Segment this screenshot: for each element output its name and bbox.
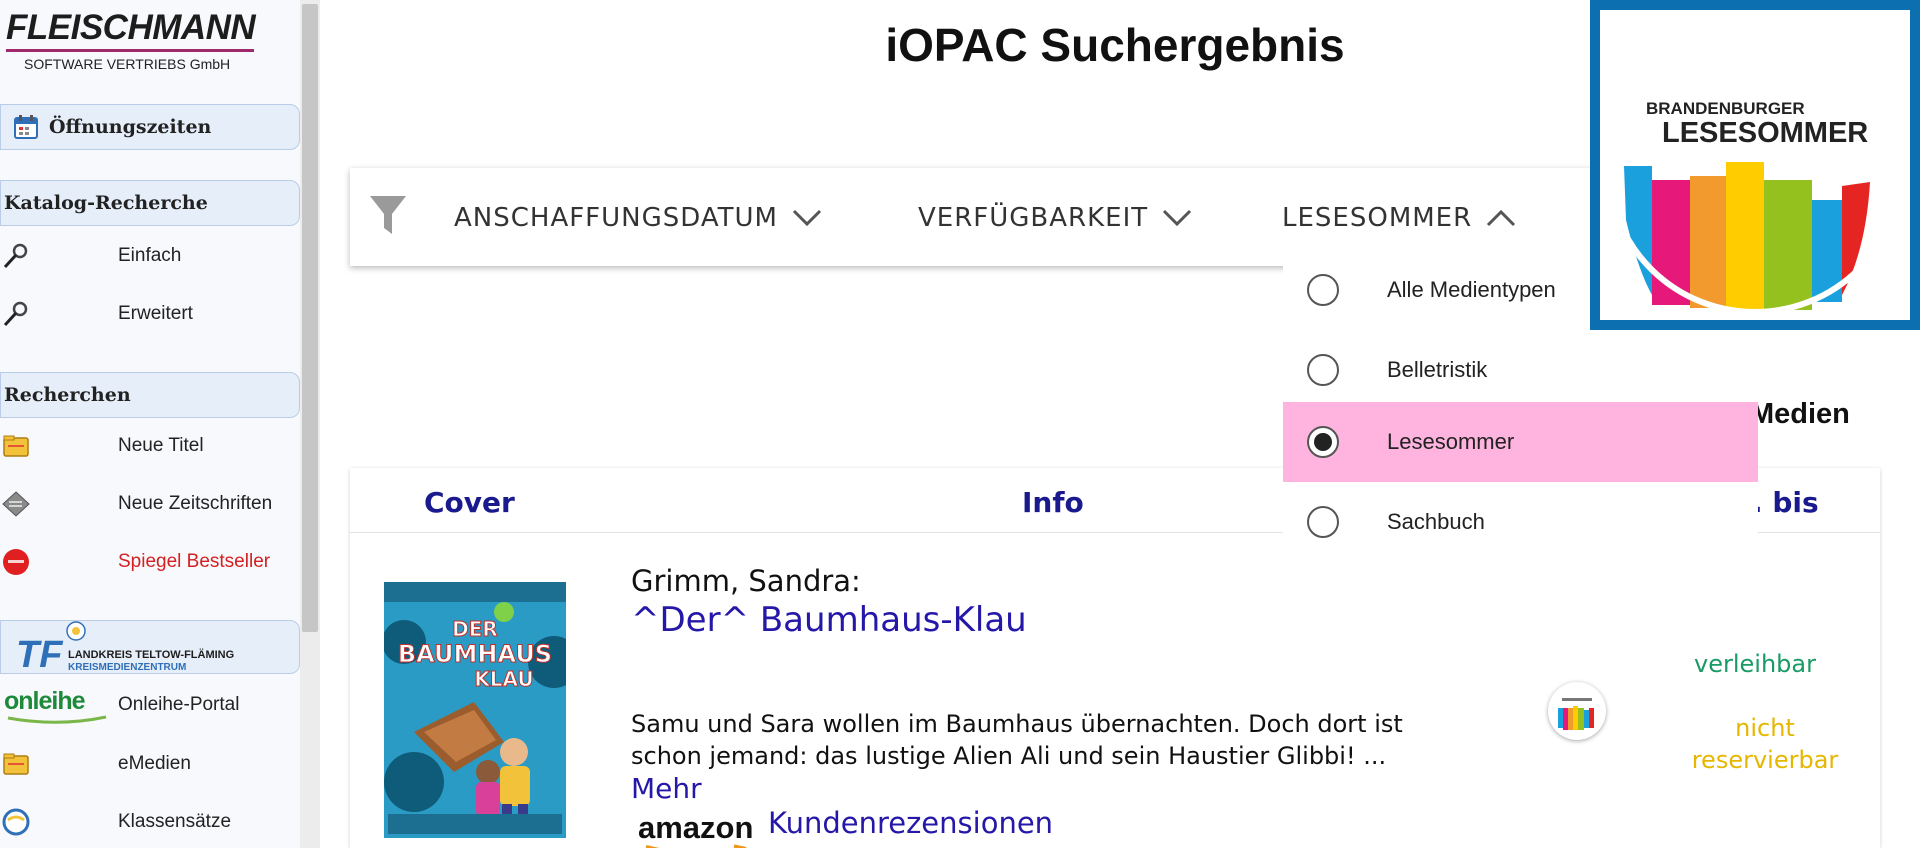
globe-icon bbox=[2, 808, 30, 836]
sidebar-item-klassensaetze[interactable]: Klassensätze bbox=[0, 802, 300, 842]
customer-reviews-link[interactable]: Kundenrezensionen bbox=[768, 806, 1053, 840]
sidebar-item-onleihe-portal[interactable]: onleihe Onleihe-Portal bbox=[0, 685, 300, 725]
sidebar-item-label: Einfach bbox=[118, 245, 182, 266]
chevron-down-icon bbox=[792, 209, 822, 227]
sidebar-item-label: Neue Zeitschriften bbox=[118, 493, 273, 514]
tab-label: ANSCHAFFUNGSDATUM bbox=[454, 203, 778, 233]
tf-logo: TF LANDKREIS TELTOW-FLÄMING KREISMEDIENZ… bbox=[16, 621, 234, 673]
svg-text:TF: TF bbox=[16, 634, 64, 673]
partner-logo-teltow-flaeming[interactable]: TF LANDKREIS TELTOW-FLÄMING KREISMEDIENZ… bbox=[0, 620, 300, 674]
option-label: Belletristik bbox=[1387, 357, 1488, 382]
tf-logo-line2: KREISMEDIENZENTRUM bbox=[68, 662, 186, 673]
sidebar-item-label: Onleihe-Portal bbox=[118, 694, 240, 715]
radio-button-selected[interactable] bbox=[1307, 426, 1339, 458]
result-count-label: Medien bbox=[1750, 398, 1850, 430]
brand-underline bbox=[6, 49, 254, 52]
lesesommer-badge-icon bbox=[1548, 682, 1606, 740]
sidebar-item-label: eMedien bbox=[118, 753, 191, 774]
option-label: Sachbuch bbox=[1387, 509, 1485, 534]
book-description: Samu und Sara wollen im Baumhaus übernac… bbox=[631, 708, 1511, 772]
section-title: Recherchen bbox=[4, 384, 131, 406]
app-window: FLEISCHMANN SOFTWARE VERTRIEBS GmbH Öffn… bbox=[0, 0, 1920, 848]
magnifier-icon bbox=[2, 300, 30, 328]
sidebar-item-erweitert[interactable]: Erweitert bbox=[0, 294, 300, 334]
sidebar-item-label: Erweitert bbox=[118, 303, 193, 324]
section-title: Katalog-Recherche bbox=[4, 192, 208, 214]
option-label: Lesesommer bbox=[1387, 429, 1515, 454]
book-author: Grimm, Sandra: bbox=[631, 564, 861, 598]
cover-title-2: BAUMHAUS bbox=[398, 640, 552, 668]
book-title-link[interactable]: ^Der^ Baumhaus-Klau bbox=[631, 600, 1027, 640]
section-recherchen: Recherchen bbox=[0, 372, 300, 418]
reservation-status-line: reservierbar bbox=[1691, 746, 1839, 774]
newspaper-icon bbox=[2, 490, 30, 518]
availability-status: verleihbar bbox=[1694, 650, 1816, 678]
sidebar-item-label: Neue Titel bbox=[118, 435, 204, 456]
tab-lesesommer[interactable]: LESESOMMER bbox=[1282, 198, 1516, 238]
cover-title-3: KLAU bbox=[474, 667, 533, 691]
tf-logo-line1: LANDKREIS TELTOW-FLÄMING bbox=[68, 648, 234, 661]
tab-label: LESESOMMER bbox=[1282, 203, 1473, 233]
sidebar-item-einfach[interactable]: Einfach bbox=[0, 236, 300, 276]
folder-icon bbox=[2, 750, 30, 778]
column-header-info[interactable]: Info bbox=[1022, 486, 1084, 519]
sidebar-item-spiegel-bestseller[interactable]: Spiegel Bestseller bbox=[0, 542, 300, 582]
option-belletristik[interactable]: Belletristik bbox=[1283, 330, 1758, 410]
opening-hours-label: Öffnungszeiten bbox=[49, 116, 212, 138]
calendar-icon bbox=[13, 114, 39, 140]
brand-name: FLEISCHMANN bbox=[6, 8, 256, 47]
onleihe-swoosh bbox=[7, 715, 107, 724]
logo-line2: LESESOMMER bbox=[1662, 117, 1868, 149]
option-label: Alle Medientypen bbox=[1387, 277, 1556, 302]
option-sachbuch[interactable]: Sachbuch bbox=[1283, 482, 1758, 562]
description-line: schon jemand: das lustige Alien Ali und … bbox=[631, 742, 1387, 770]
radio-button[interactable] bbox=[1307, 274, 1339, 306]
chevron-down-icon bbox=[1163, 209, 1192, 227]
tab-anschaffungsdatum[interactable]: ANSCHAFFUNGSDATUM bbox=[454, 198, 822, 238]
brand-subtitle: SOFTWARE VERTRIEBS GmbH bbox=[24, 56, 231, 72]
filter-icon[interactable] bbox=[368, 194, 408, 242]
page-title: iOPAC Suchergebnis bbox=[885, 19, 1345, 71]
scrollbar-thumb[interactable] bbox=[302, 4, 318, 632]
tab-verfuegbarkeit[interactable]: VERFÜGBARKEIT bbox=[918, 198, 1192, 238]
lesesommer-logo[interactable]: BRANDENBURGER LESESOMMER bbox=[1600, 10, 1910, 320]
sidebar-item-label: Klassensätze bbox=[118, 811, 232, 832]
reservation-status: nicht reservierbar bbox=[1680, 712, 1850, 776]
folder-icon bbox=[2, 432, 30, 460]
onleihe-logo: onleihe bbox=[4, 687, 86, 716]
sidebar: FLEISCHMANN SOFTWARE VERTRIEBS GmbH Öffn… bbox=[0, 0, 300, 848]
sidebar-item-neue-titel[interactable]: Neue Titel bbox=[0, 426, 300, 466]
book-cover[interactable]: DER BAUMHAUS KLAU bbox=[384, 582, 566, 838]
amazon-logo[interactable]: amazon bbox=[638, 810, 753, 846]
amazon-smile-icon bbox=[645, 844, 747, 848]
logo-line1: BRANDENBURGER bbox=[1646, 99, 1805, 118]
section-katalog-recherche: Katalog-Recherche bbox=[0, 180, 300, 226]
radio-button[interactable] bbox=[1307, 506, 1339, 538]
opening-hours-button[interactable]: Öffnungszeiten bbox=[0, 104, 300, 150]
onleihe-logo-text: onleihe bbox=[4, 687, 86, 715]
sidebar-scrollbar[interactable] bbox=[300, 0, 320, 848]
chevron-up-icon bbox=[1487, 209, 1516, 227]
magnifier-icon bbox=[2, 242, 30, 270]
sidebar-item-emedien[interactable]: eMedien bbox=[0, 744, 300, 784]
tab-label: VERFÜGBARKEIT bbox=[918, 203, 1149, 233]
column-header-bis[interactable]: . bis bbox=[1752, 486, 1819, 519]
reservation-status-line: nicht bbox=[1735, 714, 1795, 742]
spiegel-icon bbox=[2, 548, 30, 576]
more-link[interactable]: Mehr bbox=[631, 772, 702, 805]
radio-button[interactable] bbox=[1307, 354, 1339, 386]
option-lesesommer[interactable]: Lesesommer bbox=[1283, 402, 1758, 482]
book-cover-art: DER BAUMHAUS KLAU bbox=[384, 582, 566, 838]
sidebar-item-neue-zeitschriften[interactable]: Neue Zeitschriften bbox=[0, 484, 300, 524]
brand-logo[interactable]: FLEISCHMANN SOFTWARE VERTRIEBS GmbH bbox=[6, 8, 256, 72]
cover-title-1: DER bbox=[452, 617, 498, 641]
column-header-cover[interactable]: Cover bbox=[424, 486, 515, 519]
sidebar-item-label: Spiegel Bestseller bbox=[118, 551, 271, 572]
description-line: Samu und Sara wollen im Baumhaus übernac… bbox=[631, 710, 1403, 738]
